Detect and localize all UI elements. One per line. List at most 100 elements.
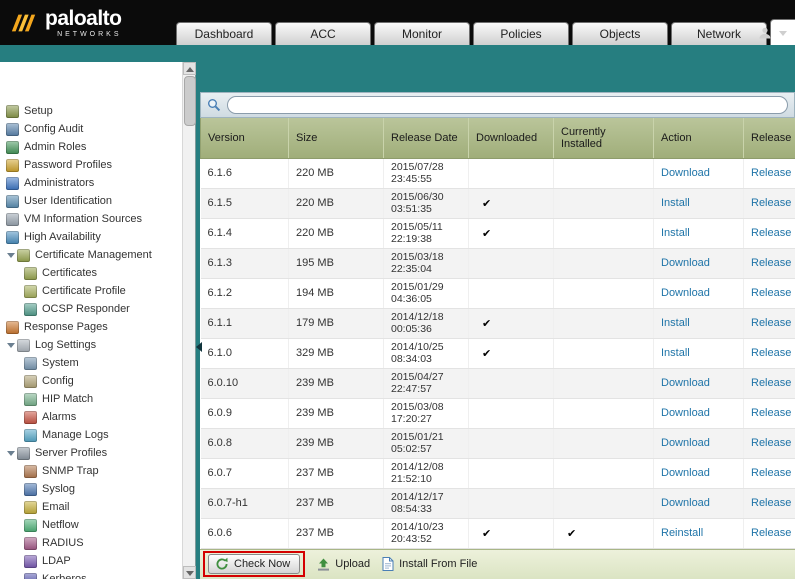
column-header-action[interactable]: Action bbox=[654, 118, 744, 158]
release-notes-link[interactable]: Release bbox=[751, 227, 791, 239]
column-header-version[interactable]: Version bbox=[201, 118, 289, 158]
tab-monitor[interactable]: Monitor bbox=[374, 22, 470, 45]
action-link-install[interactable]: Install bbox=[661, 227, 690, 239]
sidebar-item-email[interactable]: Email bbox=[0, 498, 181, 516]
currently-installed-cell bbox=[554, 368, 654, 398]
sidebar-item-system[interactable]: System bbox=[0, 354, 181, 372]
vm-icon bbox=[6, 213, 19, 226]
release-notes-link[interactable]: Release bbox=[751, 167, 791, 179]
sidebar-scrollbar[interactable] bbox=[182, 62, 195, 579]
scroll-up-arrow-icon[interactable] bbox=[183, 62, 196, 75]
release-notes-link[interactable]: Release bbox=[751, 527, 791, 539]
tree-collapse-icon[interactable] bbox=[6, 447, 17, 459]
sidebar-item-hip-match[interactable]: HIP Match bbox=[0, 390, 181, 408]
sidebar-item-config-audit[interactable]: Config Audit bbox=[0, 120, 181, 138]
column-header-downloaded[interactable]: Downloaded bbox=[469, 118, 554, 158]
column-header-release-notes[interactable]: Release bbox=[744, 118, 795, 158]
check-now-button[interactable]: Check Now bbox=[208, 554, 300, 574]
sidebar-item-admin-roles[interactable]: Admin Roles bbox=[0, 138, 181, 156]
sidebar-item-user-identification[interactable]: User Identification bbox=[0, 192, 181, 210]
sidebar-item-label: Alarms bbox=[42, 411, 76, 423]
action-link-install[interactable]: Install bbox=[661, 197, 690, 209]
release-notes-link[interactable]: Release bbox=[751, 197, 791, 209]
release-notes-link[interactable]: Release bbox=[751, 347, 791, 359]
sidebar-item-vm-information-sources[interactable]: VM Information Sources bbox=[0, 210, 181, 228]
action-link-install[interactable]: Install bbox=[661, 317, 690, 329]
upload-button[interactable]: Upload bbox=[317, 558, 370, 571]
action-link-download[interactable]: Download bbox=[661, 167, 710, 179]
sidebar-item-log-settings[interactable]: Log Settings bbox=[0, 336, 181, 354]
action-cell: Download bbox=[654, 248, 744, 278]
action-link-download[interactable]: Download bbox=[661, 497, 710, 509]
downloaded-cell bbox=[469, 248, 554, 278]
collapse-sidebar-arrow-icon[interactable] bbox=[196, 342, 202, 352]
downloaded-cell: ✔ bbox=[469, 308, 554, 338]
release-notes-link[interactable]: Release bbox=[751, 467, 791, 479]
release-date: 2015/03/08 bbox=[391, 401, 461, 413]
release-date: 2014/10/25 bbox=[391, 341, 461, 353]
release-notes-link[interactable]: Release bbox=[751, 437, 791, 449]
release-notes-link[interactable]: Release bbox=[751, 317, 791, 329]
size-cell: 239 MB bbox=[289, 368, 384, 398]
sidebar-item-snmp-trap[interactable]: SNMP Trap bbox=[0, 462, 181, 480]
sidebar-item-ocsp-responder[interactable]: OCSP Responder bbox=[0, 300, 181, 318]
sidebar-item-high-availability[interactable]: High Availability bbox=[0, 228, 181, 246]
tree-collapse-icon[interactable] bbox=[6, 339, 17, 351]
sidebar-item-netflow[interactable]: Netflow bbox=[0, 516, 181, 534]
sidebar-item-response-pages[interactable]: Response Pages bbox=[0, 318, 181, 336]
sidebar-item-radius[interactable]: RADIUS bbox=[0, 534, 181, 552]
cert-icon bbox=[17, 249, 30, 262]
sidebar-item-manage-logs[interactable]: Manage Logs bbox=[0, 426, 181, 444]
tree-collapse-icon[interactable] bbox=[6, 249, 17, 261]
sidebar-item-label: LDAP bbox=[42, 555, 71, 567]
action-link-download[interactable]: Download bbox=[661, 467, 710, 479]
release-notes-link[interactable]: Release bbox=[751, 287, 791, 299]
chevron-down-icon[interactable] bbox=[779, 31, 787, 36]
sidebar-item-administrators[interactable]: Administrators bbox=[0, 174, 181, 192]
action-link-download[interactable]: Download bbox=[661, 437, 710, 449]
sidebar-item-certificate-profile[interactable]: Certificate Profile bbox=[0, 282, 181, 300]
alarms-icon bbox=[24, 411, 37, 424]
release-notes-link[interactable]: Release bbox=[751, 377, 791, 389]
action-link-reinstall[interactable]: Reinstall bbox=[661, 527, 703, 539]
user-icon[interactable] bbox=[758, 26, 772, 40]
sidebar-item-syslog[interactable]: Syslog bbox=[0, 480, 181, 498]
column-header-release-date[interactable]: Release Date bbox=[384, 118, 469, 158]
action-link-download[interactable]: Download bbox=[661, 407, 710, 419]
action-link-install[interactable]: Install bbox=[661, 347, 690, 359]
scroll-down-arrow-icon[interactable] bbox=[183, 566, 196, 579]
release-notes-link[interactable]: Release bbox=[751, 257, 791, 269]
sidebar-item-certificate-management[interactable]: Certificate Management bbox=[0, 246, 181, 264]
tab-dashboard[interactable]: Dashboard bbox=[176, 22, 272, 45]
tab-policies[interactable]: Policies bbox=[473, 22, 569, 45]
release-time: 17:20:27 bbox=[391, 413, 461, 425]
sidebar-item-server-profiles[interactable]: Server Profiles bbox=[0, 444, 181, 462]
sidebar-item-certificates[interactable]: Certificates bbox=[0, 264, 181, 282]
checkmark-icon: ✔ bbox=[476, 198, 491, 210]
column-header-size[interactable]: Size bbox=[289, 118, 384, 158]
release-notes-link[interactable]: Release bbox=[751, 497, 791, 509]
release-time: 20:43:52 bbox=[391, 533, 461, 545]
sidebar-item-setup[interactable]: Setup bbox=[0, 102, 181, 120]
release-notes-link[interactable]: Release bbox=[751, 407, 791, 419]
scrollbar-thumb[interactable] bbox=[184, 76, 196, 126]
sidebar-item-label: Manage Logs bbox=[42, 429, 109, 441]
action-link-download[interactable]: Download bbox=[661, 257, 710, 269]
sidebar-item-password-profiles[interactable]: Password Profiles bbox=[0, 156, 181, 174]
action-link-download[interactable]: Download bbox=[661, 377, 710, 389]
release-time: 05:02:57 bbox=[391, 443, 461, 455]
tab-acc[interactable]: ACC bbox=[275, 22, 371, 45]
ldap-icon bbox=[24, 555, 37, 568]
sidebar-item-config[interactable]: Config bbox=[0, 372, 181, 390]
action-link-download[interactable]: Download bbox=[661, 287, 710, 299]
sidebar-item-ldap[interactable]: LDAP bbox=[0, 552, 181, 570]
tab-network[interactable]: Network bbox=[671, 22, 767, 45]
sidebar-item-alarms[interactable]: Alarms bbox=[0, 408, 181, 426]
install-from-file-button[interactable]: Install From File bbox=[382, 557, 477, 571]
column-header-currently-installed[interactable]: Currently Installed bbox=[554, 118, 654, 158]
filter-input[interactable] bbox=[227, 96, 788, 114]
tab-objects[interactable]: Objects bbox=[572, 22, 668, 45]
sidebar-item-kerberos[interactable]: Kerberos bbox=[0, 570, 181, 579]
search-icon[interactable] bbox=[207, 98, 221, 112]
main-region: SetupConfig AuditAdmin RolesPassword Pro… bbox=[0, 62, 795, 579]
